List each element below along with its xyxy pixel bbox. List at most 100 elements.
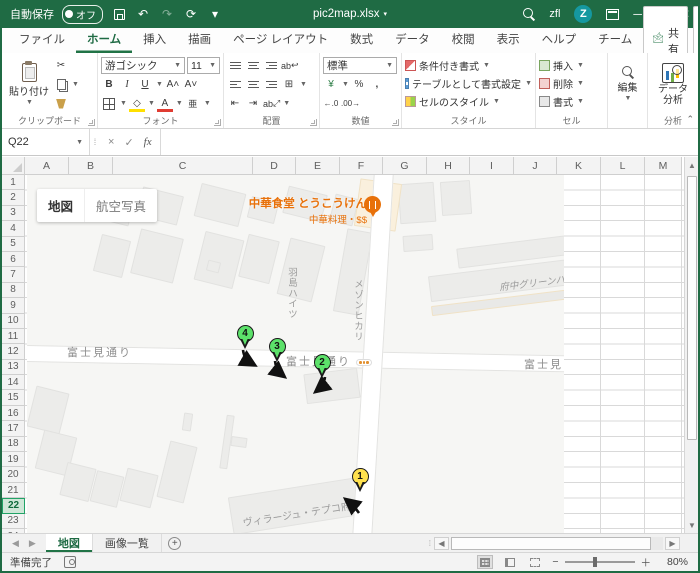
bold-button[interactable]: B <box>101 77 117 93</box>
row-header-4[interactable]: 4 <box>2 221 25 237</box>
poi-label[interactable]: 中華食堂 とうこうけん 中華料理・$$ <box>249 195 367 226</box>
save-icon[interactable] <box>111 6 127 22</box>
tab-team[interactable]: チーム <box>587 26 643 53</box>
italic-button[interactable]: I <box>119 77 135 93</box>
row-header-22[interactable]: 22 <box>2 498 25 514</box>
satellite-view-button[interactable]: 航空写真 <box>84 189 157 222</box>
insert-cells-button[interactable]: 挿入 ▼ <box>539 56 604 74</box>
touch-mode-icon[interactable]: ⟳ <box>183 6 199 22</box>
decrease-indent-button[interactable]: ⇤ <box>227 96 243 112</box>
row-header-8[interactable]: 8 <box>2 282 25 299</box>
data-analysis-button[interactable]: データ分析 <box>651 56 695 112</box>
sheet-nav-right-icon[interactable]: ▶ <box>29 538 36 549</box>
tab-review[interactable]: 校閲 <box>441 26 486 53</box>
formula-input[interactable] <box>161 129 698 155</box>
shrink-font-button[interactable]: A˅ <box>183 77 199 93</box>
row-header-7[interactable]: 7 <box>2 267 25 283</box>
sheet-tab-map[interactable]: 地図 <box>45 534 93 552</box>
search-icon[interactable] <box>523 8 535 20</box>
select-all-corner[interactable] <box>2 157 25 175</box>
editing-button[interactable]: 編集 ▼ <box>611 56 644 112</box>
align-center-button[interactable] <box>245 77 261 93</box>
redo-icon[interactable]: ↷ <box>159 6 175 22</box>
column-header-J[interactable]: J <box>514 157 557 175</box>
font-dialog-launcher[interactable] <box>214 119 221 126</box>
phonetic-guide-button[interactable]: 亜 <box>185 96 201 112</box>
cancel-button[interactable]: × <box>108 136 114 148</box>
scroll-up-icon[interactable]: ▲ <box>685 157 698 173</box>
column-header-M[interactable]: M <box>645 157 682 175</box>
format-as-table-button[interactable]: テーブルとして書式設定 ▼ <box>405 74 532 92</box>
undo-icon[interactable]: ↶ <box>135 6 151 22</box>
column-header-C[interactable]: C <box>113 157 253 175</box>
row-header-1[interactable]: 1 <box>2 175 25 191</box>
cells-region[interactable]: 富士見通り 富士見通り 富士見 羽島ハイツ メゾンヒカリ 府中グリーンハイ ヴィ… <box>25 175 684 533</box>
row-header-17[interactable]: 17 <box>2 421 25 437</box>
column-header-H[interactable]: H <box>427 157 470 175</box>
qat-customize-icon[interactable]: ▾ <box>207 6 223 22</box>
column-header-B[interactable]: B <box>69 157 113 175</box>
vertical-scroll-thumb[interactable] <box>687 176 697 440</box>
font-color-button[interactable]: A <box>157 96 173 112</box>
collapse-ribbon-icon[interactable]: ⌃ <box>686 114 694 125</box>
page-layout-view-button[interactable] <box>502 555 518 569</box>
row-header-6[interactable]: 6 <box>2 251 25 268</box>
conditional-formatting-button[interactable]: 条件付き書式 ▼ <box>405 56 532 74</box>
hscroll-right-icon[interactable]: ▶ <box>665 536 680 550</box>
column-header-I[interactable]: I <box>470 157 514 175</box>
align-bottom-button[interactable] <box>263 58 279 74</box>
autosave-toggle[interactable]: オフ <box>62 4 103 24</box>
row-header-16[interactable]: 16 <box>2 405 25 422</box>
avatar[interactable]: Z <box>574 5 593 23</box>
delete-cells-button[interactable]: 削除 ▼ <box>539 74 604 92</box>
row-header-20[interactable]: 20 <box>2 467 25 483</box>
map-image[interactable]: 富士見通り 富士見通り 富士見 羽島ハイツ メゾンヒカリ 府中グリーンハイ ヴィ… <box>27 175 564 533</box>
align-top-button[interactable] <box>227 58 243 74</box>
map-view-button[interactable]: 地図 <box>37 189 84 222</box>
number-format-combo[interactable]: 標準 ▼ <box>323 57 397 74</box>
row-header-12[interactable]: 12 <box>2 344 25 360</box>
row-header-10[interactable]: 10 <box>2 313 25 329</box>
title-caret-icon[interactable]: ▾ <box>383 10 387 18</box>
row-header-18[interactable]: 18 <box>2 436 25 453</box>
column-header-G[interactable]: G <box>383 157 427 175</box>
map-marker-2[interactable]: 2 <box>313 354 331 371</box>
format-cells-button[interactable]: 書式 ▼ <box>539 92 604 110</box>
grow-font-button[interactable]: A˄ <box>165 77 181 93</box>
column-header-D[interactable]: D <box>253 157 296 175</box>
clipboard-dialog-launcher[interactable] <box>88 119 95 126</box>
row-header-15[interactable]: 15 <box>2 390 25 406</box>
tab-draw[interactable]: 描画 <box>177 26 222 53</box>
add-sheet-button[interactable]: + <box>162 534 188 552</box>
row-header-13[interactable]: 13 <box>2 359 25 376</box>
row-header-14[interactable]: 14 <box>2 375 25 391</box>
name-box[interactable]: Q22 ▼ <box>2 129 90 155</box>
enter-button[interactable]: ✓ <box>124 136 133 149</box>
comma-format-button[interactable]: , <box>369 77 385 93</box>
minimize-button[interactable]: ─ <box>633 7 642 21</box>
number-dialog-launcher[interactable] <box>392 119 399 126</box>
vertical-scrollbar[interactable]: ▲ ▼ <box>684 157 698 533</box>
row-header-11[interactable]: 11 <box>2 328 25 345</box>
alignment-dialog-launcher[interactable] <box>310 119 317 126</box>
paste-button[interactable]: 貼り付け ▼ <box>5 56 53 112</box>
row-header-3[interactable]: 3 <box>2 205 25 222</box>
tab-scroll-splitter[interactable]: ⁞ <box>429 539 432 548</box>
row-header-23[interactable]: 23 <box>2 513 25 529</box>
ribbon-display-options-icon[interactable] <box>606 8 620 20</box>
increase-decimal-button[interactable]: ←.0 <box>323 96 339 112</box>
formula-bar-splitter[interactable]: ⁞ <box>90 129 100 155</box>
column-header-F[interactable]: F <box>340 157 383 175</box>
orientation-button[interactable]: ab ⤢ <box>263 96 280 112</box>
tab-view[interactable]: 表示 <box>486 26 531 53</box>
restaurant-pin-icon[interactable] <box>364 196 381 213</box>
percent-format-button[interactable]: % <box>351 77 367 93</box>
row-header-21[interactable]: 21 <box>2 482 25 499</box>
font-size-combo[interactable]: 11 ▼ <box>187 57 220 74</box>
zoom-handle[interactable] <box>592 557 597 568</box>
sheet-nav-left-icon[interactable]: ◀ <box>12 538 19 549</box>
row-header-9[interactable]: 9 <box>2 298 25 314</box>
column-header-L[interactable]: L <box>601 157 645 175</box>
hscroll-left-icon[interactable]: ◀ <box>434 536 449 550</box>
fill-color-button[interactable]: ◇ <box>129 96 145 112</box>
